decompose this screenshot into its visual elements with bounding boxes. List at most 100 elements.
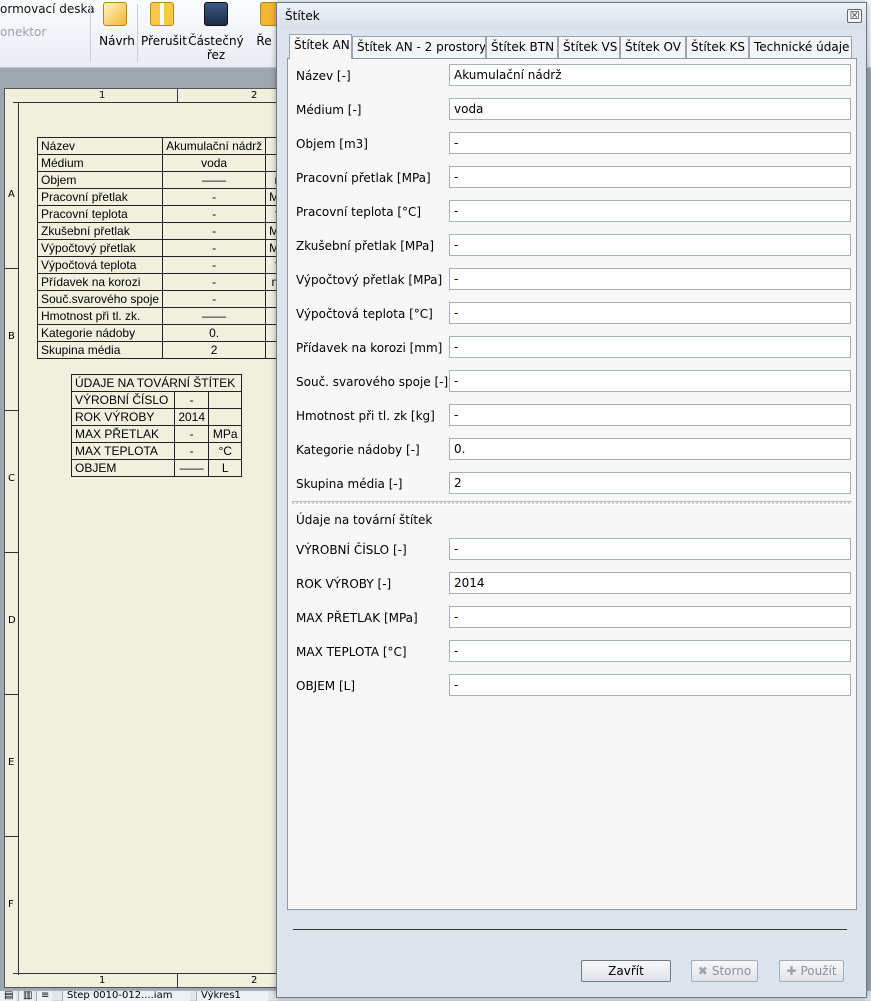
field-input[interactable] xyxy=(449,200,851,222)
ribbon-button-label: Ře xyxy=(256,34,272,48)
form-row: MAX TEPLOTA [°C] xyxy=(288,640,856,664)
table-row: Souč.svarového spoje-/ xyxy=(36,290,298,308)
field-label: VÝROBNÍ ČÍSLO [-] xyxy=(296,543,407,557)
ribbon-label-konektor[interactable]: onektor xyxy=(0,25,46,39)
ribbon-button-castecny-rez[interactable]: Částečný řez xyxy=(188,0,244,62)
table-row: Výpočtový přetlak-MPa xyxy=(36,239,298,257)
table-cell: °C xyxy=(208,442,242,460)
ruler-row-label: E xyxy=(8,757,15,768)
factory-section-label: Údaje na tovární štítek xyxy=(296,513,433,527)
field-input[interactable] xyxy=(449,132,851,154)
ribbon-button-prerusit[interactable]: Přerušit xyxy=(140,0,187,62)
table-cell: —— xyxy=(162,307,267,325)
close-icon[interactable]: ☒ xyxy=(847,9,862,23)
tab-stitek-an-2-prostory[interactable]: Štítek AN - 2 prostory xyxy=(352,36,486,58)
dialog-titlebar[interactable]: Štítek ☒ xyxy=(277,3,866,29)
field-input[interactable] xyxy=(449,572,851,594)
table-cell: - xyxy=(162,222,267,240)
field-input[interactable] xyxy=(449,98,851,120)
cancel-button[interactable]: ✖ Storno xyxy=(691,960,758,982)
ruler-col-label: 2 xyxy=(251,975,258,986)
field-input[interactable] xyxy=(449,640,851,662)
ruler-col-label: 1 xyxy=(99,975,106,986)
tab-technicke-udaje[interactable]: Technické údaje xyxy=(749,36,852,58)
tab-stitek-ov[interactable]: Štítek OV xyxy=(620,36,686,58)
table-cell: Hmotnost při tl. zk. xyxy=(36,307,164,325)
ruler-row-tick xyxy=(5,694,19,695)
field-input[interactable] xyxy=(449,370,851,392)
dialog-title: Štítek xyxy=(285,9,320,23)
field-input[interactable] xyxy=(449,438,851,460)
field-input[interactable] xyxy=(449,674,851,696)
field-input[interactable] xyxy=(449,336,851,358)
field-input[interactable] xyxy=(449,234,851,256)
tab-stitek-an[interactable]: Štítek AN xyxy=(289,34,352,59)
table-cell: OBJEM xyxy=(71,459,175,477)
tab-stitek-ks[interactable]: Štítek KS xyxy=(686,36,749,58)
field-input[interactable] xyxy=(449,302,851,324)
tab-panel: Název [-] Médium [-] Objem [m3] Pracovní př… xyxy=(287,58,857,910)
table-cell: 0. xyxy=(162,324,267,342)
table-cell: voda xyxy=(162,154,267,172)
ruler-bottom: 1 2 xyxy=(13,973,285,988)
table-row: ROK VÝROBY 2014 xyxy=(71,408,242,426)
ruler-col-label: 2 xyxy=(251,90,258,101)
table-cell: Výpočtová teplota xyxy=(36,256,164,274)
tab-stitek-vs[interactable]: Štítek VS xyxy=(558,36,620,58)
field-label: Kategorie nádoby [-] xyxy=(296,443,420,457)
table-cell: MAX TEPLOTA xyxy=(71,442,175,460)
table-cell xyxy=(208,391,242,409)
drawing-sheet[interactable]: 1 2 A B C D E F Název Akumulační nádrž Méd… xyxy=(4,88,298,988)
field-label: Název [-] xyxy=(296,69,351,83)
table-cell: VÝROBNÍ ČÍSLO xyxy=(71,391,175,409)
ribbon-label-deska[interactable]: ormovací deska xyxy=(0,2,95,16)
field-input[interactable] xyxy=(449,538,851,560)
ruler-row-label: A xyxy=(8,189,15,200)
table-cell: 2 xyxy=(162,341,267,359)
form-row: MAX PŘETLAK [MPa] xyxy=(288,606,856,630)
footer-divider xyxy=(293,929,847,930)
field-input[interactable] xyxy=(449,166,851,188)
table-cell: —— xyxy=(173,459,210,477)
table-row: MAX TEPLOTA - °C xyxy=(71,442,242,460)
table-row: Skupina média 2 xyxy=(36,341,298,359)
plus-icon: ✚ xyxy=(786,964,797,978)
field-label: Výpočtový přetlak [MPa] xyxy=(296,273,443,287)
ribbon-button-navrh[interactable]: Návrh xyxy=(93,0,137,62)
partial-section-icon xyxy=(204,2,228,26)
field-label: Pracovní přetlak [MPa] xyxy=(296,171,431,185)
field-label: Hmotnost při tl. zk [kg] xyxy=(296,409,435,423)
stitek-dialog: Štítek ☒ Štítek AN Štítek AN - 2 prostor… xyxy=(276,2,867,998)
table-cell: Médium xyxy=(36,154,164,172)
table-cell: Přídavek na korozi xyxy=(36,273,164,291)
form-row: Výpočtová teplota [°C] xyxy=(288,302,856,326)
table-cell: - xyxy=(162,205,267,223)
table-cell xyxy=(208,408,242,426)
table-row: Výpočtová teplota-°C xyxy=(36,256,298,274)
factory-table-title: ÚDAJE NA TOVÁRNÍ ŠTÍTEK xyxy=(71,374,242,392)
form-row: Pracovní teplota [°C] xyxy=(288,200,856,224)
field-input[interactable] xyxy=(449,404,851,426)
form-row: VÝROBNÍ ČÍSLO [-] xyxy=(288,538,856,562)
table-cell: - xyxy=(173,442,210,460)
table-row: VÝROBNÍ ČÍSLO - xyxy=(71,391,242,409)
field-input[interactable] xyxy=(449,268,851,290)
form-row: Objem [m3] xyxy=(288,132,856,156)
table-cell: —— xyxy=(162,171,267,189)
table-row: Přídavek na korozi-mm xyxy=(36,273,298,291)
form-row: Hmotnost při tl. zk [kg] xyxy=(288,404,856,428)
table-cell: - xyxy=(162,256,267,274)
form-row: Kategorie nádoby [-] xyxy=(288,438,856,462)
close-button[interactable]: Zavřít xyxy=(581,960,671,982)
field-label: Objem [m3] xyxy=(296,137,368,151)
apply-button[interactable]: ✚ Použít xyxy=(779,960,844,982)
field-input[interactable] xyxy=(449,472,851,494)
table-row: MAX PŘETLAK - MPa xyxy=(71,425,242,443)
field-input[interactable] xyxy=(449,606,851,628)
tab-stitek-btn[interactable]: Štítek BTN xyxy=(486,36,558,58)
ruler-row-tick xyxy=(5,836,19,837)
field-input[interactable] xyxy=(449,64,851,86)
draft-sheet-icon xyxy=(103,2,127,26)
field-label: Zkušební přetlak [MPa] xyxy=(296,239,435,253)
ribbon-button-rez[interactable]: Ře xyxy=(254,0,276,62)
